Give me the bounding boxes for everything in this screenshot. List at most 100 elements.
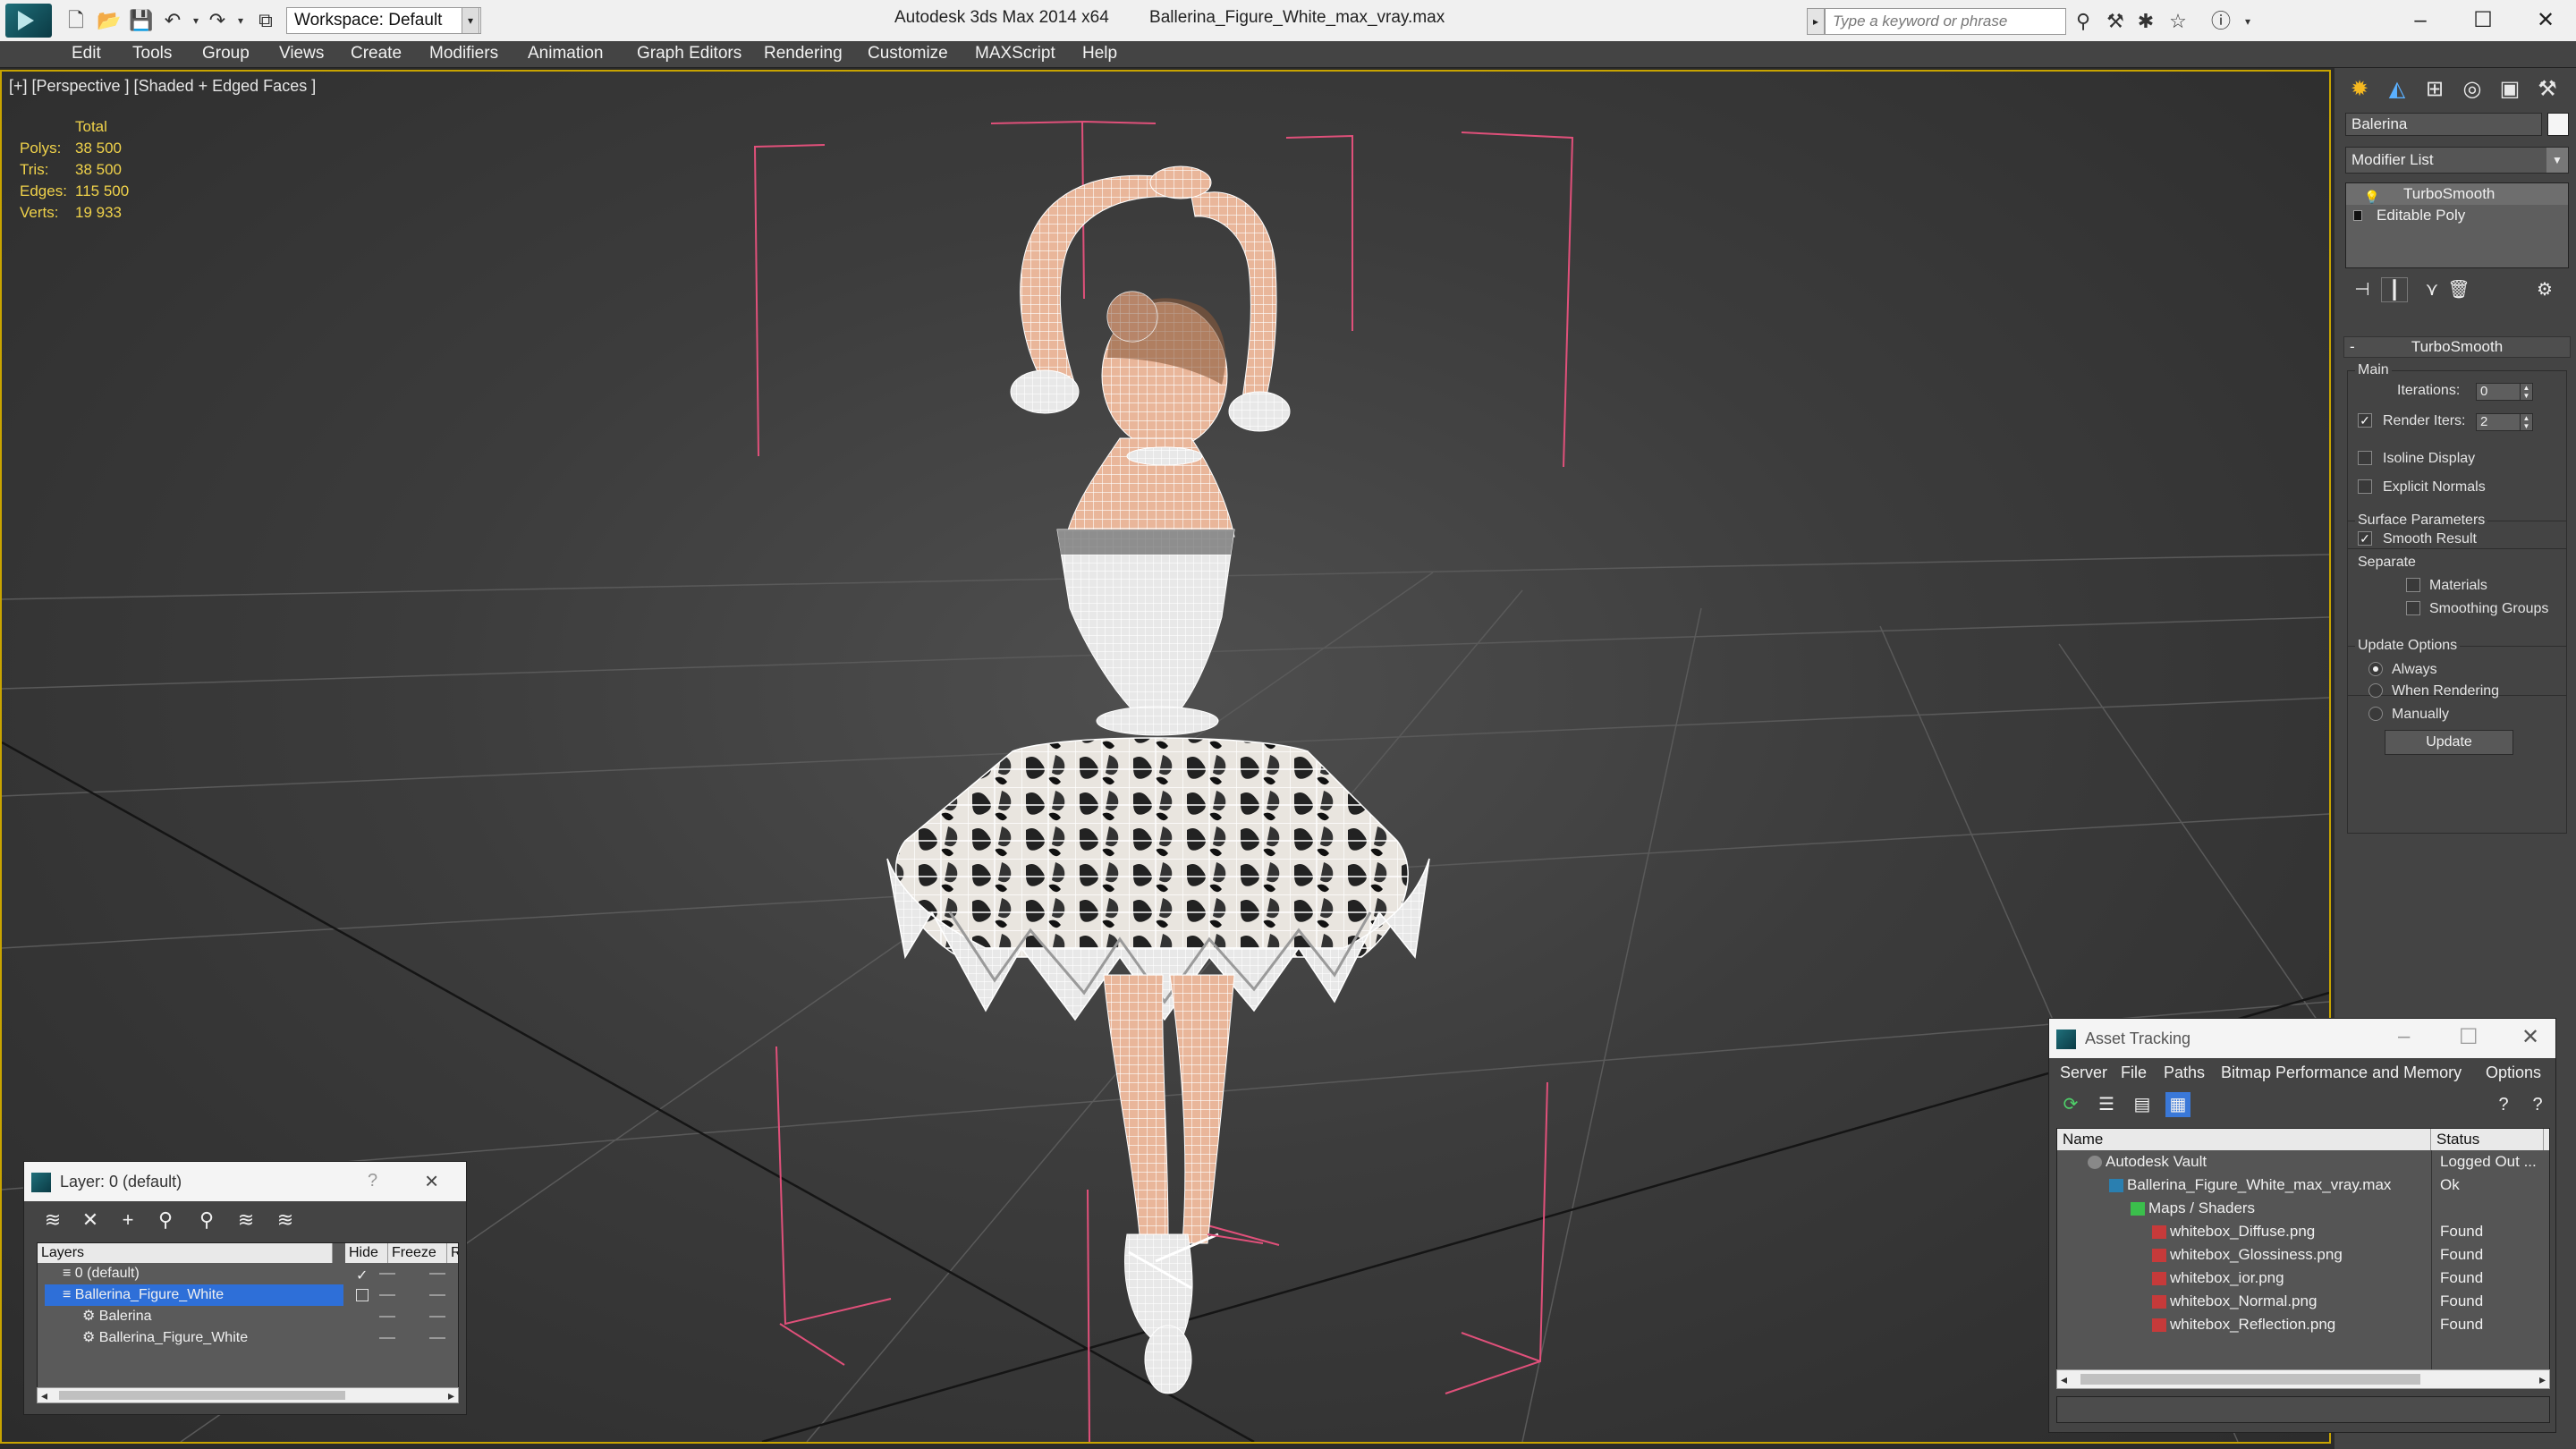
freeze-toggle[interactable] — [429, 1316, 445, 1318]
menu-tools[interactable]: Tools — [132, 44, 172, 64]
asset-row[interactable]: whitebox_Diffuse.png Found — [2057, 1220, 2549, 1243]
freeze-toggle[interactable] — [429, 1273, 445, 1275]
asset-list[interactable]: Name Status F Autodesk Vault Logged Out … — [2056, 1128, 2550, 1377]
render-iters-checkbox[interactable]: ✓ — [2358, 413, 2372, 428]
render-iters-spinner[interactable]: 2 ▲ ▼ — [2476, 413, 2533, 431]
configure-modifier-sets-icon[interactable]: ⚙ — [2531, 277, 2558, 302]
hide-toggle[interactable] — [379, 1337, 395, 1339]
layer-horizontal-scrollbar[interactable]: ◂ ▸ — [37, 1387, 459, 1403]
scroll-thumb[interactable] — [59, 1391, 345, 1400]
menu-graph-editors[interactable]: Graph Editors — [637, 44, 741, 64]
redo-dropdown-icon[interactable]: ▾ — [229, 9, 252, 32]
modify-tab-icon[interactable]: ◭ — [2381, 73, 2413, 106]
layers-column-header[interactable]: Layers — [38, 1243, 333, 1263]
search-input[interactable]: Type a keyword or phrase — [1825, 8, 2066, 35]
project-folder-icon[interactable]: ⧉ — [254, 9, 277, 32]
pin-stack-icon[interactable]: ⊣ — [2349, 277, 2376, 302]
help-icon[interactable]: ⓘ — [2209, 11, 2233, 32]
maximize-icon[interactable]: ☐ — [2456, 5, 2510, 36]
save-file-icon[interactable]: 💾 — [129, 9, 153, 32]
workspace-dropdown-button[interactable]: ▾ — [462, 7, 479, 34]
open-file-icon[interactable]: 📂 — [97, 9, 121, 32]
expand-box-icon[interactable] — [2353, 210, 2362, 221]
layer-object-row[interactable]: ⚙ Balerina — [38, 1306, 458, 1327]
layer-object-row[interactable]: ⚙ Ballerina_Figure_White — [38, 1327, 458, 1349]
update-button[interactable]: Update — [2385, 730, 2513, 755]
delete-layer-icon[interactable]: ✕ — [78, 1208, 103, 1232]
select-objects-icon[interactable]: ⚲ — [153, 1208, 178, 1232]
menu-animation[interactable]: Animation — [528, 44, 604, 64]
scroll-right-icon[interactable]: ▸ — [448, 1388, 454, 1402]
minimize-icon[interactable]: – — [2398, 1024, 2410, 1049]
search-expand-icon[interactable]: ▸ — [1807, 8, 1825, 35]
stack-item-turbosmooth[interactable]: 💡 TurboSmooth — [2346, 183, 2568, 205]
redo-icon[interactable]: ↷ — [206, 9, 229, 32]
when-rendering-radio[interactable] — [2368, 683, 2383, 698]
freeze-all-layers-icon[interactable]: ≋ — [273, 1208, 298, 1232]
app-logo-icon[interactable] — [5, 4, 52, 38]
help-icon[interactable]: ? — [368, 1171, 377, 1191]
hide-column-header[interactable]: Hide — [345, 1243, 388, 1263]
freeze-column-header[interactable]: Freeze — [388, 1243, 447, 1263]
turbosmooth-rollout-header[interactable]: - TurboSmooth — [2343, 336, 2571, 358]
undo-icon[interactable]: ↶ — [161, 9, 184, 32]
asset-horizontal-scrollbar[interactable]: ◂ ▸ — [2056, 1369, 2550, 1389]
asset-menu-paths[interactable]: Paths — [2164, 1063, 2205, 1082]
spinner-arrows-icon[interactable]: ▲ ▼ — [2520, 414, 2532, 430]
name-column-header[interactable]: Name — [2057, 1129, 2431, 1150]
freeze-toggle[interactable] — [429, 1294, 445, 1296]
viewport-label[interactable]: [+] [Perspective ] [Shaded + Edged Faces… — [9, 77, 316, 96]
communication-center-icon[interactable]: ✱ — [2134, 11, 2157, 32]
asset-menu-server[interactable]: Server — [2060, 1063, 2107, 1082]
binoculars-icon[interactable]: ⚲ — [2072, 11, 2095, 32]
spinner-arrows-icon[interactable]: ▲ ▼ — [2520, 384, 2532, 400]
render-column-header[interactable]: R — [447, 1243, 458, 1263]
remove-modifier-icon[interactable]: 🗑 — [2445, 277, 2472, 302]
scroll-left-icon[interactable]: ◂ — [2061, 1370, 2067, 1388]
smoothing-groups-checkbox[interactable] — [2406, 601, 2420, 615]
hide-toggle[interactable] — [379, 1316, 395, 1318]
refresh-icon[interactable]: ⟳ — [2058, 1092, 2083, 1117]
asset-row[interactable]: whitebox_Normal.png Found — [2057, 1290, 2549, 1313]
manually-radio[interactable] — [2368, 707, 2383, 721]
chevron-down-icon[interactable]: ▼ — [2546, 148, 2568, 173]
object-color-swatch[interactable] — [2547, 113, 2569, 136]
table-view-icon[interactable]: ▤ — [2130, 1092, 2155, 1117]
add-to-layer-icon[interactable]: + — [115, 1208, 140, 1232]
iterations-spinner[interactable]: 0 ▲ ▼ — [2476, 383, 2533, 401]
close-icon[interactable]: ✕ — [2521, 1024, 2539, 1050]
menu-group[interactable]: Group — [202, 44, 250, 64]
layer-row[interactable]: ≡ 0 (default) ✓ — [38, 1263, 458, 1284]
smooth-result-checkbox[interactable]: ✓ — [2358, 531, 2372, 546]
create-layer-icon[interactable]: ≋ — [40, 1208, 65, 1232]
grid-view-icon[interactable]: ▦ — [2165, 1092, 2190, 1117]
menu-rendering[interactable]: Rendering — [764, 44, 843, 64]
maximize-icon[interactable]: ☐ — [2459, 1024, 2479, 1050]
undo-dropdown-icon[interactable]: ▾ — [184, 9, 208, 32]
status-column-header[interactable]: Status — [2431, 1129, 2544, 1150]
help-icon[interactable]: ? — [2491, 1092, 2516, 1117]
ballerina-model[interactable] — [886, 165, 1430, 1394]
make-unique-icon[interactable]: ⋎ — [2419, 277, 2445, 302]
workspace-select[interactable]: Workspace: Default — [286, 7, 481, 34]
scroll-left-icon[interactable]: ◂ — [41, 1388, 47, 1402]
highlight-layer-icon[interactable]: ⚲ — [194, 1208, 219, 1232]
layer-list[interactable]: Layers Hide Freeze R ≡ 0 (default) ✓ ≡ B… — [37, 1242, 459, 1400]
menu-help[interactable]: Help — [1082, 44, 1117, 64]
scroll-thumb[interactable] — [2080, 1374, 2420, 1385]
asset-menu-bitmap-performance[interactable]: Bitmap Performance and Memory — [2221, 1063, 2462, 1082]
hide-toggle[interactable] — [379, 1273, 395, 1275]
menu-create[interactable]: Create — [351, 44, 402, 64]
full-path-column-header[interactable]: F — [2544, 1129, 2549, 1150]
asset-menu-options[interactable]: Options — [2486, 1063, 2541, 1082]
asset-row[interactable]: whitebox_ior.png Found — [2057, 1267, 2549, 1290]
modifier-stack[interactable]: 💡 TurboSmooth Editable Poly — [2345, 182, 2569, 268]
asset-row[interactable]: whitebox_Glossiness.png Found — [2057, 1243, 2549, 1267]
favorites-star-icon[interactable]: ☆ — [2166, 11, 2190, 32]
asset-row[interactable]: whitebox_Reflection.png Found — [2057, 1313, 2549, 1336]
context-help-icon[interactable]: ? — [2525, 1092, 2550, 1117]
new-file-icon[interactable]: 🗋 — [64, 9, 88, 32]
modifier-list-dropdown[interactable]: Modifier List ▼ — [2345, 147, 2569, 174]
close-icon[interactable]: ✕ — [2519, 5, 2572, 36]
always-radio[interactable] — [2368, 662, 2383, 676]
